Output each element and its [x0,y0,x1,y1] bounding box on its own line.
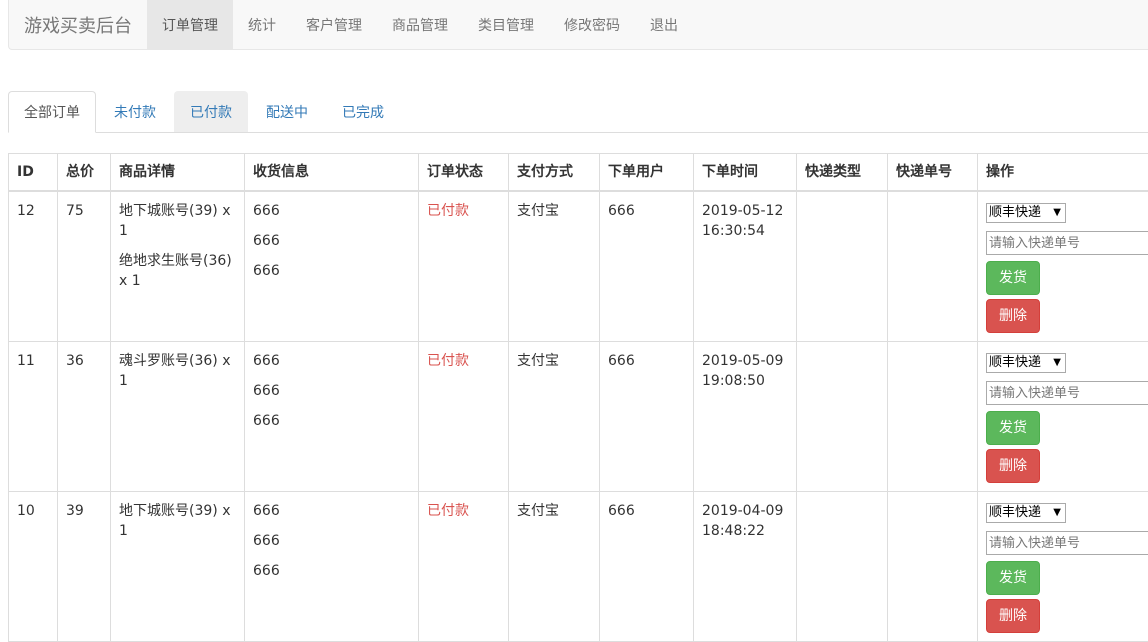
header-actions: 操作 [978,154,1148,192]
shipping-line: 666 [253,411,410,431]
product-line: 地下城账号(39) x 1 [119,501,236,541]
dropdown-arrow-icon: ▼ [1053,204,1061,222]
cell-time: 2019-05-12 16:30:54 [694,191,797,342]
shipping-line: 666 [253,201,410,221]
cell-total: 75 [58,191,111,342]
cell-id: 11 [9,342,58,492]
header-total: 总价 [58,154,111,192]
cell-actions: 顺丰快递 ▼ 请输入快递单号 发货 删除 [978,191,1148,342]
header-id: ID [9,154,58,192]
cell-shipping: 666 666 666 [245,342,419,492]
nav-orders[interactable]: 订单管理 [147,0,233,49]
tab-all-orders[interactable]: 全部订单 [8,91,96,133]
cell-actions: 顺丰快递 ▼ 请输入快递单号 发货 删除 [978,342,1148,492]
ship-button[interactable]: 发货 [986,411,1040,445]
header-order-status: 订单状态 [419,154,509,192]
product-line: 魂斗罗账号(36) x 1 [119,351,236,391]
courier-select-value: 顺丰快递 [989,205,1041,220]
ship-button[interactable]: 发货 [986,561,1040,595]
orders-table: ID 总价 商品详情 收货信息 订单状态 支付方式 下单用户 下单时间 快递类型… [8,153,1148,642]
tab-paid[interactable]: 已付款 [174,91,248,132]
cell-status: 已付款 [419,191,509,342]
shipping-line: 666 [253,501,410,521]
tracking-number-input[interactable]: 请输入快递单号 [986,231,1148,255]
cell-shipping: 666 666 666 [245,191,419,342]
delete-button[interactable]: 删除 [986,449,1040,483]
courier-select[interactable]: 顺丰快递 ▼ [986,203,1066,223]
header-express-type: 快递类型 [797,154,888,192]
tab-shipping[interactable]: 配送中 [250,91,324,132]
shipping-line: 666 [253,351,410,371]
cell-user: 666 [600,342,694,492]
dropdown-arrow-icon: ▼ [1053,504,1061,522]
cell-products: 地下城账号(39) x 1 绝地求生账号(36) x 1 [111,191,245,342]
cell-express-type [797,342,888,492]
tracking-number-input[interactable]: 请输入快递单号 [986,531,1148,555]
table-row: 12 75 地下城账号(39) x 1 绝地求生账号(36) x 1 666 6… [9,191,1148,342]
shipping-line: 666 [253,531,410,551]
tab-completed[interactable]: 已完成 [326,91,400,132]
cell-total: 36 [58,342,111,492]
cell-time: 2019-05-09 19:08:50 [694,342,797,492]
product-line: 绝地求生账号(36) x 1 [119,251,236,291]
nav-products[interactable]: 商品管理 [377,0,463,49]
order-status-tabs: 全部订单 未付款 已付款 配送中 已完成 [8,91,1148,133]
top-navbar: 游戏买卖后台 订单管理 统计 客户管理 商品管理 类目管理 修改密码 退出 [8,0,1148,50]
cell-id: 12 [9,191,58,342]
nav-stats[interactable]: 统计 [233,0,291,49]
table-header-row: ID 总价 商品详情 收货信息 订单状态 支付方式 下单用户 下单时间 快递类型… [9,154,1148,192]
header-user: 下单用户 [600,154,694,192]
header-payment-method: 支付方式 [509,154,600,192]
courier-select[interactable]: 顺丰快递 ▼ [986,353,1066,373]
header-express-number: 快递单号 [888,154,978,192]
ship-button[interactable]: 发货 [986,261,1040,295]
shipping-line: 666 [253,231,410,251]
cell-status: 已付款 [419,342,509,492]
nav-categories[interactable]: 类目管理 [463,0,549,49]
cell-express-type [797,191,888,342]
nav-change-password[interactable]: 修改密码 [549,0,635,49]
header-shipping-info: 收货信息 [245,154,419,192]
shipping-line: 666 [253,261,410,281]
header-order-time: 下单时间 [694,154,797,192]
header-products: 商品详情 [111,154,245,192]
courier-select-value: 顺丰快递 [989,355,1041,370]
tab-unpaid[interactable]: 未付款 [98,91,172,132]
cell-products: 魂斗罗账号(36) x 1 [111,342,245,492]
shipping-line: 666 [253,561,410,581]
product-line: 地下城账号(39) x 1 [119,201,236,241]
courier-select-value: 顺丰快递 [989,505,1041,520]
nav-customers[interactable]: 客户管理 [291,0,377,49]
courier-select[interactable]: 顺丰快递 ▼ [986,503,1066,523]
cell-payment: 支付宝 [509,191,600,342]
delete-button[interactable]: 删除 [986,599,1040,633]
cell-payment: 支付宝 [509,342,600,492]
cell-express-number [888,191,978,342]
nav-logout[interactable]: 退出 [635,0,693,49]
shipping-line: 666 [253,381,410,401]
table-row: 11 36 魂斗罗账号(36) x 1 666 666 666 已付款 支付宝 … [9,342,1148,492]
delete-button[interactable]: 删除 [986,299,1040,333]
dropdown-arrow-icon: ▼ [1053,354,1061,372]
tracking-number-input[interactable]: 请输入快递单号 [986,381,1148,405]
brand-title[interactable]: 游戏买卖后台 [9,0,147,49]
cell-express-number [888,342,978,492]
cell-user: 666 [600,191,694,342]
